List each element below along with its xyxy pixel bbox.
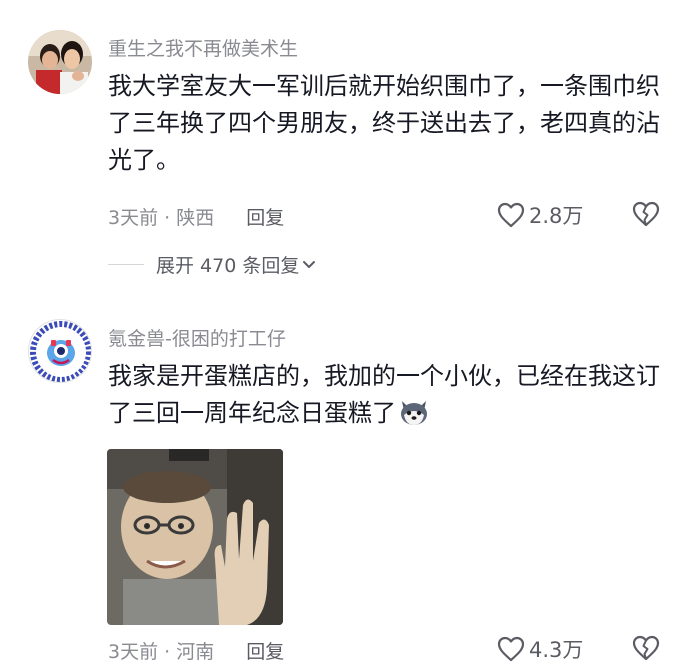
comment-item: 氪金兽-很困的打工仔 我家是开蛋糕店的，我加的一个小伙，已经在我这订了三回一周年… bbox=[0, 0, 690, 667]
comment-time: 3天前 bbox=[108, 641, 159, 663]
broken-heart-icon bbox=[632, 635, 660, 661]
comment-location: 河南 bbox=[176, 641, 215, 663]
meta-separator: · bbox=[164, 641, 171, 663]
comment-meta: 3天前 · 河南 回复 bbox=[108, 637, 284, 664]
reply-button[interactable]: 回复 bbox=[246, 641, 284, 663]
husky-emoji-icon bbox=[401, 401, 427, 425]
like-button[interactable]: 4.3万 bbox=[497, 634, 583, 664]
like-count: 4.3万 bbox=[529, 638, 584, 662]
avatar[interactable] bbox=[28, 319, 92, 383]
heart-outline-icon bbox=[497, 636, 525, 662]
comment-text: 我家是开蛋糕店的，我加的一个小伙，已经在我这订了三回一周年纪念日蛋糕了 bbox=[108, 358, 668, 432]
comment-image[interactable] bbox=[107, 449, 283, 625]
comment-username[interactable]: 氪金兽-很困的打工仔 bbox=[108, 324, 286, 351]
comment-text-body: 我家是开蛋糕店的，我加的一个小伙，已经在我这订了三回一周年纪念日蛋糕了 bbox=[108, 362, 660, 427]
dislike-button[interactable] bbox=[632, 635, 660, 665]
